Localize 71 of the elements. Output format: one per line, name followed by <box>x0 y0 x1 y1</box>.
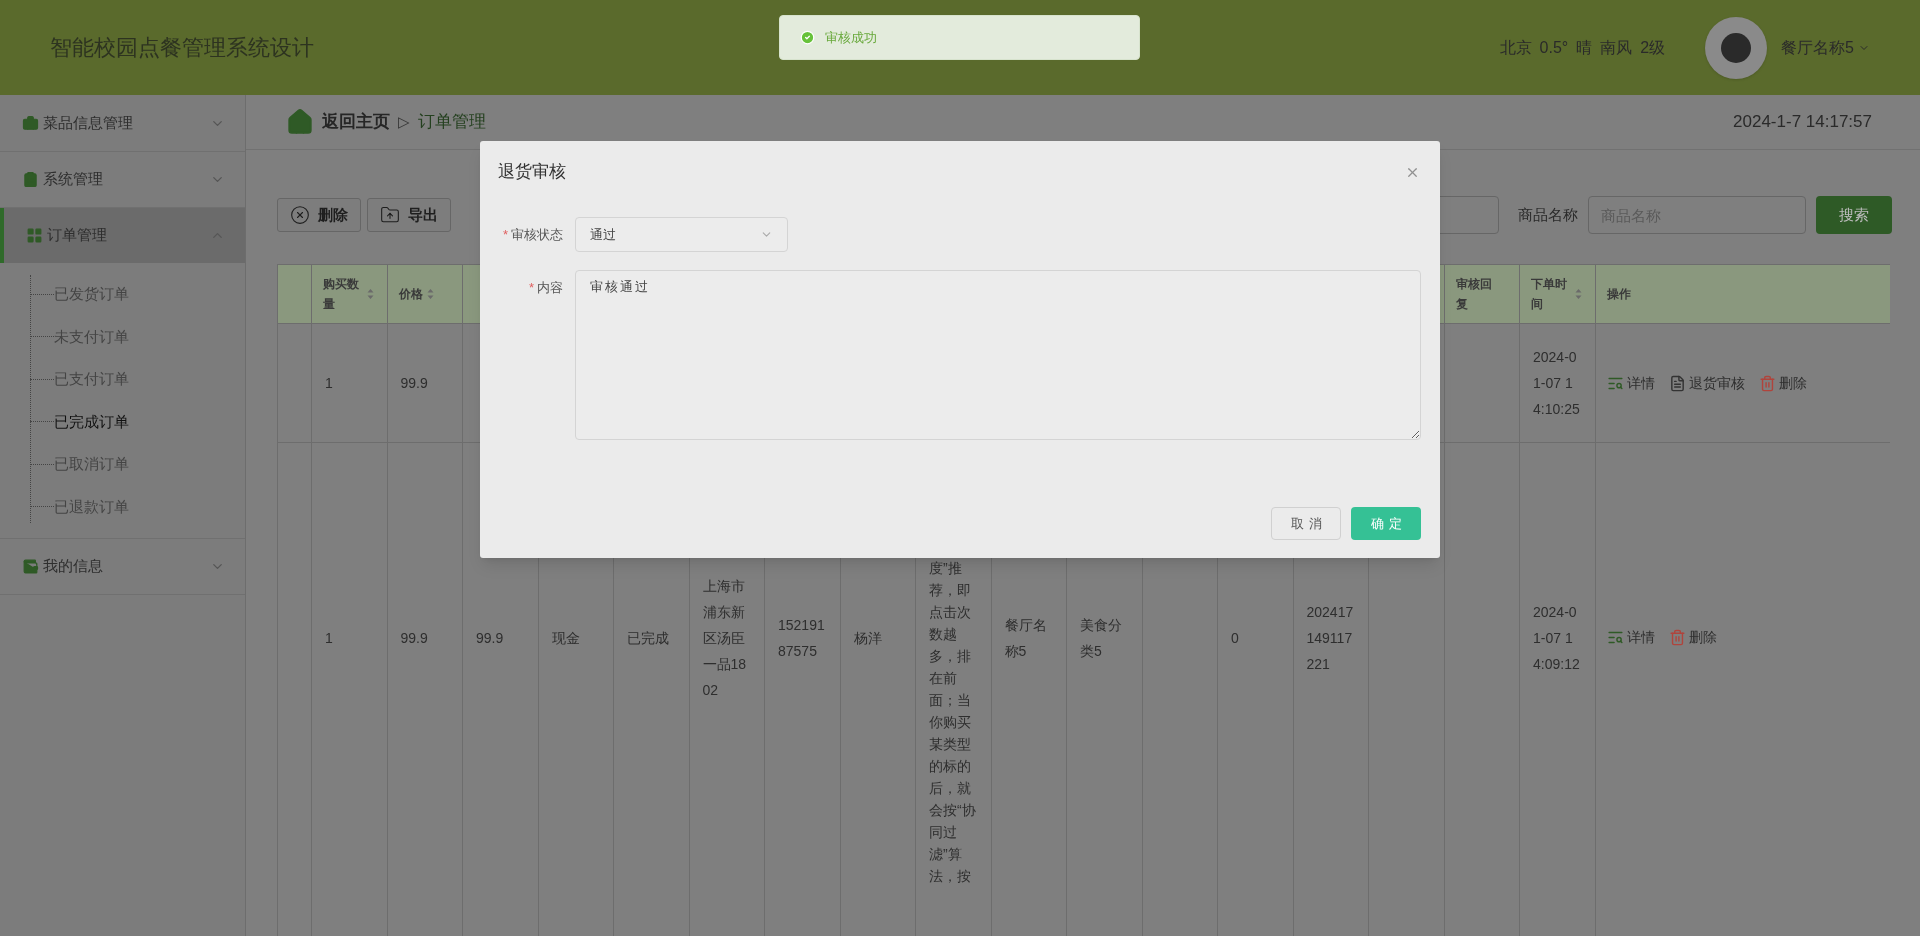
sidebar-menu-item[interactable]: 订单管理 <box>0 208 245 263</box>
sidebar-menu-item[interactable]: 菜品信息管理 <box>0 96 245 151</box>
toolbar-button[interactable]: 删除 <box>277 198 361 232</box>
submenu-item[interactable]: 已支付订单 <box>54 368 129 391</box>
table-cell-text: 202417149117221 <box>1306 602 1355 674</box>
weather-text: 南风 <box>1600 37 1633 58</box>
table-cell-text: 2024-01-07 14:10:25 <box>1533 348 1581 419</box>
weather-text: 0.5° <box>1539 37 1569 58</box>
row-action-link[interactable]: 详情 <box>1606 627 1655 648</box>
submenu-item[interactable]: 未支付订单 <box>54 325 129 348</box>
close-circle-icon <box>290 205 310 225</box>
search-icon <box>1606 629 1624 646</box>
table-cell-text: 99.9 <box>400 628 429 648</box>
table-cell-text: 杨洋 <box>853 628 883 648</box>
trash-icon <box>1758 374 1776 392</box>
table-cell-text: 现金 <box>551 628 581 648</box>
row-action-link[interactable]: 退货审核 <box>1668 372 1745 394</box>
sort-icon[interactable] <box>1575 288 1582 300</box>
column-header: 操作 <box>1606 286 1631 303</box>
trash-icon <box>1668 629 1686 646</box>
weather-text: 北京 <box>1499 37 1532 58</box>
column-header: 购买数量 <box>323 276 360 313</box>
success-toast: 审核成功 <box>779 15 1140 60</box>
submenu-item[interactable]: 已发货订单 <box>54 283 129 306</box>
table-cell-text: 0 <box>1231 628 1240 648</box>
table-cell-text: 度”推荐，即点击次数越多，排在前面；当你购买某类型的标的后，就会按“协同过滤”算法，按 <box>929 559 977 886</box>
weather-text: 2级 <box>1640 37 1666 58</box>
row-action-link[interactable]: 详情 <box>1606 372 1655 394</box>
breadcrumb-separator: ▷ <box>398 111 410 132</box>
table-cell-text: 99.9 <box>400 374 429 393</box>
confirm-button[interactable]: 确定 <box>1351 507 1421 540</box>
table-cell-text: 2024-01-07 14:09:12 <box>1533 602 1581 674</box>
table-cell-text: 美食分类5 <box>1080 615 1123 661</box>
column-header: 下单时间 <box>1531 276 1568 313</box>
sidebar-menu-item[interactable]: 系统管理 <box>0 152 245 207</box>
column-header: 价格 <box>398 286 423 303</box>
table-cell-text: 1 <box>325 628 334 648</box>
home-link[interactable]: 返回主页 <box>322 109 390 135</box>
field-label: 审核状态 <box>511 226 563 244</box>
clock-text: 2024-1-7 14:17:57 <box>1733 111 1872 134</box>
folder-icon <box>380 205 400 225</box>
breadcrumb-current: 订单管理 <box>418 111 486 134</box>
status-select[interactable]: 通过 <box>575 217 788 252</box>
required-asterisk: * <box>502 226 508 244</box>
search-button[interactable]: 搜索 <box>1816 196 1892 234</box>
required-asterisk: * <box>528 279 534 297</box>
content-textarea[interactable]: 审核通过 <box>575 270 1421 440</box>
table-cell-text: 上海市浦东新区汤臣一品1802 <box>702 576 748 700</box>
table-cell-text: 1 <box>325 374 334 393</box>
sort-icon[interactable] <box>367 288 374 300</box>
table-cell-text: 已完成 <box>627 628 670 648</box>
column-header: 审核回复 <box>1455 276 1493 313</box>
sidebar-menu-item[interactable]: 我的信息 <box>0 539 245 594</box>
home-icon[interactable] <box>286 108 314 136</box>
table-cell-text: 99.9 <box>476 628 505 648</box>
user-menu[interactable]: 餐厅名称5 <box>1781 35 1870 60</box>
submenu-item[interactable]: 已退款订单 <box>54 495 129 518</box>
check-circle-icon <box>800 30 815 45</box>
table-cell-text: 餐厅名称5 <box>1004 615 1048 661</box>
submenu-item[interactable]: 已完成订单 <box>54 410 129 433</box>
field-label: 内容 <box>537 279 563 297</box>
row-action-link[interactable]: 删除 <box>1758 372 1807 394</box>
table-cell-text: 15219187575 <box>778 615 826 661</box>
document-icon <box>1668 374 1686 392</box>
cancel-button[interactable]: 取消 <box>1271 507 1341 540</box>
weather-text: 晴 <box>1576 37 1593 58</box>
sort-icon[interactable] <box>426 288 434 300</box>
dialog-title: 退货审核 <box>498 161 566 184</box>
toolbar-button[interactable]: 导出 <box>367 198 451 232</box>
row-action-link[interactable]: 删除 <box>1668 627 1717 648</box>
search-label: 商品名称 <box>1518 204 1578 225</box>
